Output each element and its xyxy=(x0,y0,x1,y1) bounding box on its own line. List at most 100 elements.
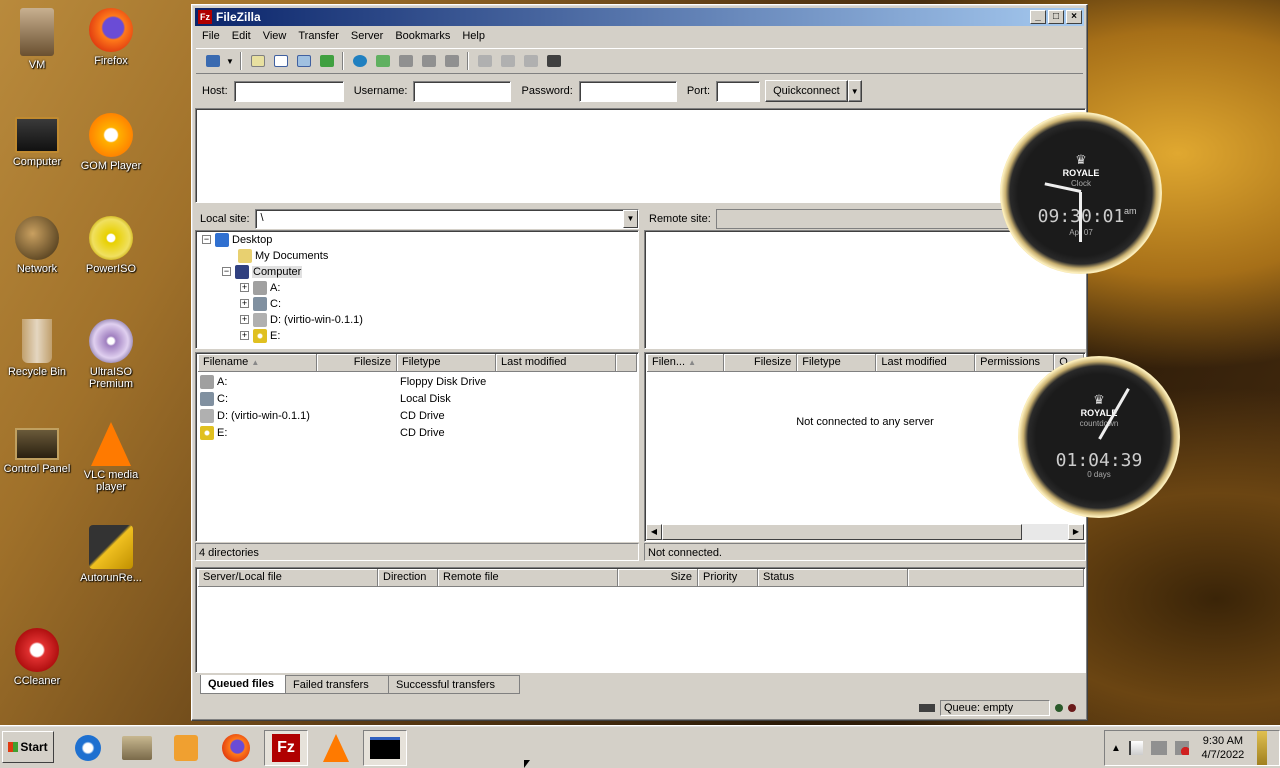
col-filesize[interactable]: Filesize xyxy=(317,354,397,372)
tree-item-desktop[interactable]: − Desktop xyxy=(202,231,272,248)
username-input[interactable] xyxy=(413,80,512,102)
search-remote-files-button[interactable] xyxy=(543,51,564,71)
show-desktop-button[interactable] xyxy=(1256,731,1267,765)
toggle-local-tree-button[interactable] xyxy=(270,51,291,71)
desktop-icon-ultraiso[interactable]: UltraISO Premium xyxy=(71,319,151,390)
taskbar-command-prompt[interactable] xyxy=(363,730,407,766)
desktop-icon-poweriso[interactable]: PowerISO xyxy=(71,216,151,275)
site-manager-button[interactable] xyxy=(202,51,223,71)
toggle-message-log-button[interactable] xyxy=(247,51,268,71)
taskbar-media-player[interactable] xyxy=(164,730,208,766)
action-center-flag-icon[interactable] xyxy=(1128,741,1143,755)
desktop-icon-control-panel[interactable]: Control Panel xyxy=(0,422,77,475)
start-button[interactable]: Start xyxy=(2,731,54,763)
tab-failed-transfers[interactable]: Failed transfers xyxy=(285,675,389,694)
menu-help[interactable]: Help xyxy=(456,28,491,46)
menu-edit[interactable]: Edit xyxy=(226,28,257,46)
scroll-left-button[interactable]: ◀ xyxy=(646,524,662,540)
desktop-icon-gom-player[interactable]: GOM Player xyxy=(71,113,151,172)
taskbar-vlc[interactable] xyxy=(314,730,358,766)
tree-item-drive-c[interactable]: + C: xyxy=(240,295,281,312)
col-remote-permissions[interactable]: Permissions xyxy=(975,354,1055,372)
col-filetype[interactable]: Filetype xyxy=(397,354,496,372)
tree-item-my-documents[interactable]: My Documents xyxy=(238,247,328,264)
col-direction[interactable]: Direction xyxy=(378,569,438,587)
tree-item-computer[interactable]: − Computer xyxy=(222,263,303,280)
reconnect-button[interactable] xyxy=(441,51,462,71)
scroll-thumb[interactable] xyxy=(662,524,1022,540)
tree-item-drive-d[interactable]: + D: (virtio-win-0.1.1) xyxy=(240,311,363,328)
col-remote-filesize[interactable]: Filesize xyxy=(724,354,798,372)
clock-gadget[interactable]: ♛ ROYALE Clock 09:30:01 am Apr 07 xyxy=(1000,112,1162,274)
process-queue-button[interactable] xyxy=(372,51,393,71)
menu-bookmarks[interactable]: Bookmarks xyxy=(389,28,456,46)
col-remote-filetype[interactable]: Filetype xyxy=(797,354,877,372)
taskbar-file-explorer[interactable] xyxy=(115,730,159,766)
network-tray-icon[interactable] xyxy=(1150,741,1167,755)
desktop-icon-ccleaner[interactable]: CCleaner xyxy=(0,628,77,687)
message-log[interactable] xyxy=(195,108,1086,203)
toggle-queue-button[interactable] xyxy=(316,51,337,71)
file-row-a[interactable]: A: Floppy Disk Drive xyxy=(200,373,636,390)
file-row-c[interactable]: C: Local Disk xyxy=(200,390,636,407)
password-input[interactable] xyxy=(578,80,677,102)
minimize-button[interactable]: _ xyxy=(1030,10,1046,24)
col-status[interactable]: Status xyxy=(758,569,908,587)
toggle-remote-tree-button[interactable] xyxy=(293,51,314,71)
col-priority[interactable]: Priority xyxy=(698,569,758,587)
taskbar-filezilla[interactable]: Fz xyxy=(264,730,308,766)
scroll-right-button[interactable]: ▶ xyxy=(1068,524,1084,540)
taskbar-firefox[interactable] xyxy=(214,730,258,766)
tab-successful-transfers[interactable]: Successful transfers xyxy=(388,675,520,694)
title-bar[interactable]: Fz FileZilla _ □ × xyxy=(195,8,1084,26)
close-button[interactable]: × xyxy=(1066,10,1082,24)
horizontal-scrollbar[interactable]: ◀ ▶ xyxy=(646,524,1084,540)
cancel-operation-button[interactable] xyxy=(395,51,416,71)
desktop-icon-computer[interactable]: Computer xyxy=(0,113,77,168)
remote-tree[interactable] xyxy=(644,230,1086,349)
disconnect-button[interactable] xyxy=(418,51,439,71)
col-remote-last-modified[interactable]: Last modified xyxy=(876,354,976,372)
menu-server[interactable]: Server xyxy=(345,28,389,46)
show-hidden-icons-button[interactable]: ▲ xyxy=(1111,743,1121,754)
local-file-list[interactable]: Filename ▲ Filesize Filetype Last modifi… xyxy=(195,352,639,542)
quickconnect-button[interactable]: Quickconnect xyxy=(765,80,848,102)
file-row-e[interactable]: E: CD Drive xyxy=(200,424,636,441)
directory-listing-filters-button[interactable] xyxy=(474,51,495,71)
site-manager-dropdown[interactable]: ▼ xyxy=(225,51,235,71)
desktop-icon-network[interactable]: Network xyxy=(0,216,77,275)
col-remote-filename[interactable]: Filen... ▲ xyxy=(647,354,725,372)
synchronized-browsing-button[interactable] xyxy=(520,51,541,71)
col-last-modified[interactable]: Last modified xyxy=(496,354,616,372)
maximize-button[interactable]: □ xyxy=(1048,10,1064,24)
transfer-queue[interactable]: Server/Local file Direction Remote file … xyxy=(195,567,1086,673)
desktop-icon-vlc[interactable]: VLC media player xyxy=(71,422,151,493)
host-input[interactable] xyxy=(233,80,344,102)
col-filename[interactable]: Filename ▲ xyxy=(198,354,317,372)
desktop-icon-firefox[interactable]: Firefox xyxy=(71,8,151,67)
desktop-icon-recycle-bin[interactable]: Recycle Bin xyxy=(0,319,77,378)
tree-item-drive-e[interactable]: + E: xyxy=(240,327,280,344)
volume-muted-icon[interactable] xyxy=(1174,741,1189,755)
desktop-icon-autorunremover[interactable]: AutorunRe... xyxy=(71,525,151,584)
menu-file[interactable]: File xyxy=(196,28,226,46)
menu-transfer[interactable]: Transfer xyxy=(292,28,345,46)
desktop-icon-vm[interactable]: VM xyxy=(0,8,77,71)
taskbar-ie[interactable] xyxy=(66,730,110,766)
col-server-local-file[interactable]: Server/Local file xyxy=(198,569,378,587)
refresh-button[interactable] xyxy=(349,51,370,71)
directory-comparison-button[interactable] xyxy=(497,51,518,71)
tray-clock[interactable]: 9:30 AM 4/7/2022 xyxy=(1197,734,1249,762)
quickconnect-dropdown[interactable]: ▼ xyxy=(847,80,862,102)
col-remote-file[interactable]: Remote file xyxy=(438,569,618,587)
local-tree[interactable]: − Desktop My Documents − Computer + A: +… xyxy=(195,230,639,349)
menu-view[interactable]: View xyxy=(257,28,293,46)
port-input[interactable] xyxy=(716,80,761,102)
col-size[interactable]: Size xyxy=(618,569,698,587)
tree-item-drive-a[interactable]: + A: xyxy=(240,279,280,296)
tab-queued-files[interactable]: Queued files xyxy=(200,675,286,694)
path-dropdown-button[interactable]: ▼ xyxy=(623,210,638,228)
countdown-gadget[interactable]: ♛ ROYALE countdown 01:04:39 0 days xyxy=(1018,356,1180,518)
local-site-path[interactable]: \ ▼ xyxy=(254,209,639,229)
file-row-d[interactable]: D: (virtio-win-0.1.1) CD Drive xyxy=(200,407,636,424)
